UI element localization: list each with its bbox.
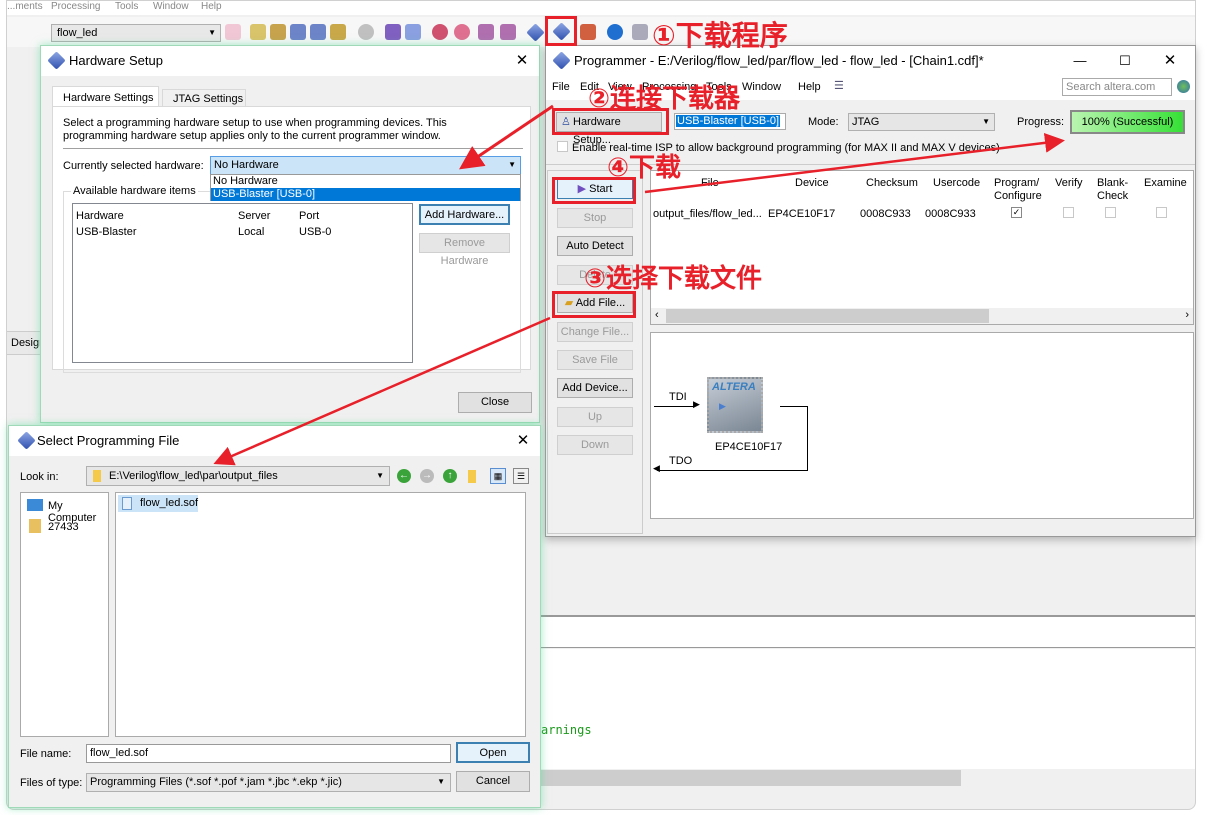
arrow-to-hardware-select xyxy=(459,104,554,170)
arrow-to-progress xyxy=(644,132,1065,194)
annotation-arrows xyxy=(213,104,1065,466)
arrow-to-file-dialog xyxy=(213,316,551,466)
